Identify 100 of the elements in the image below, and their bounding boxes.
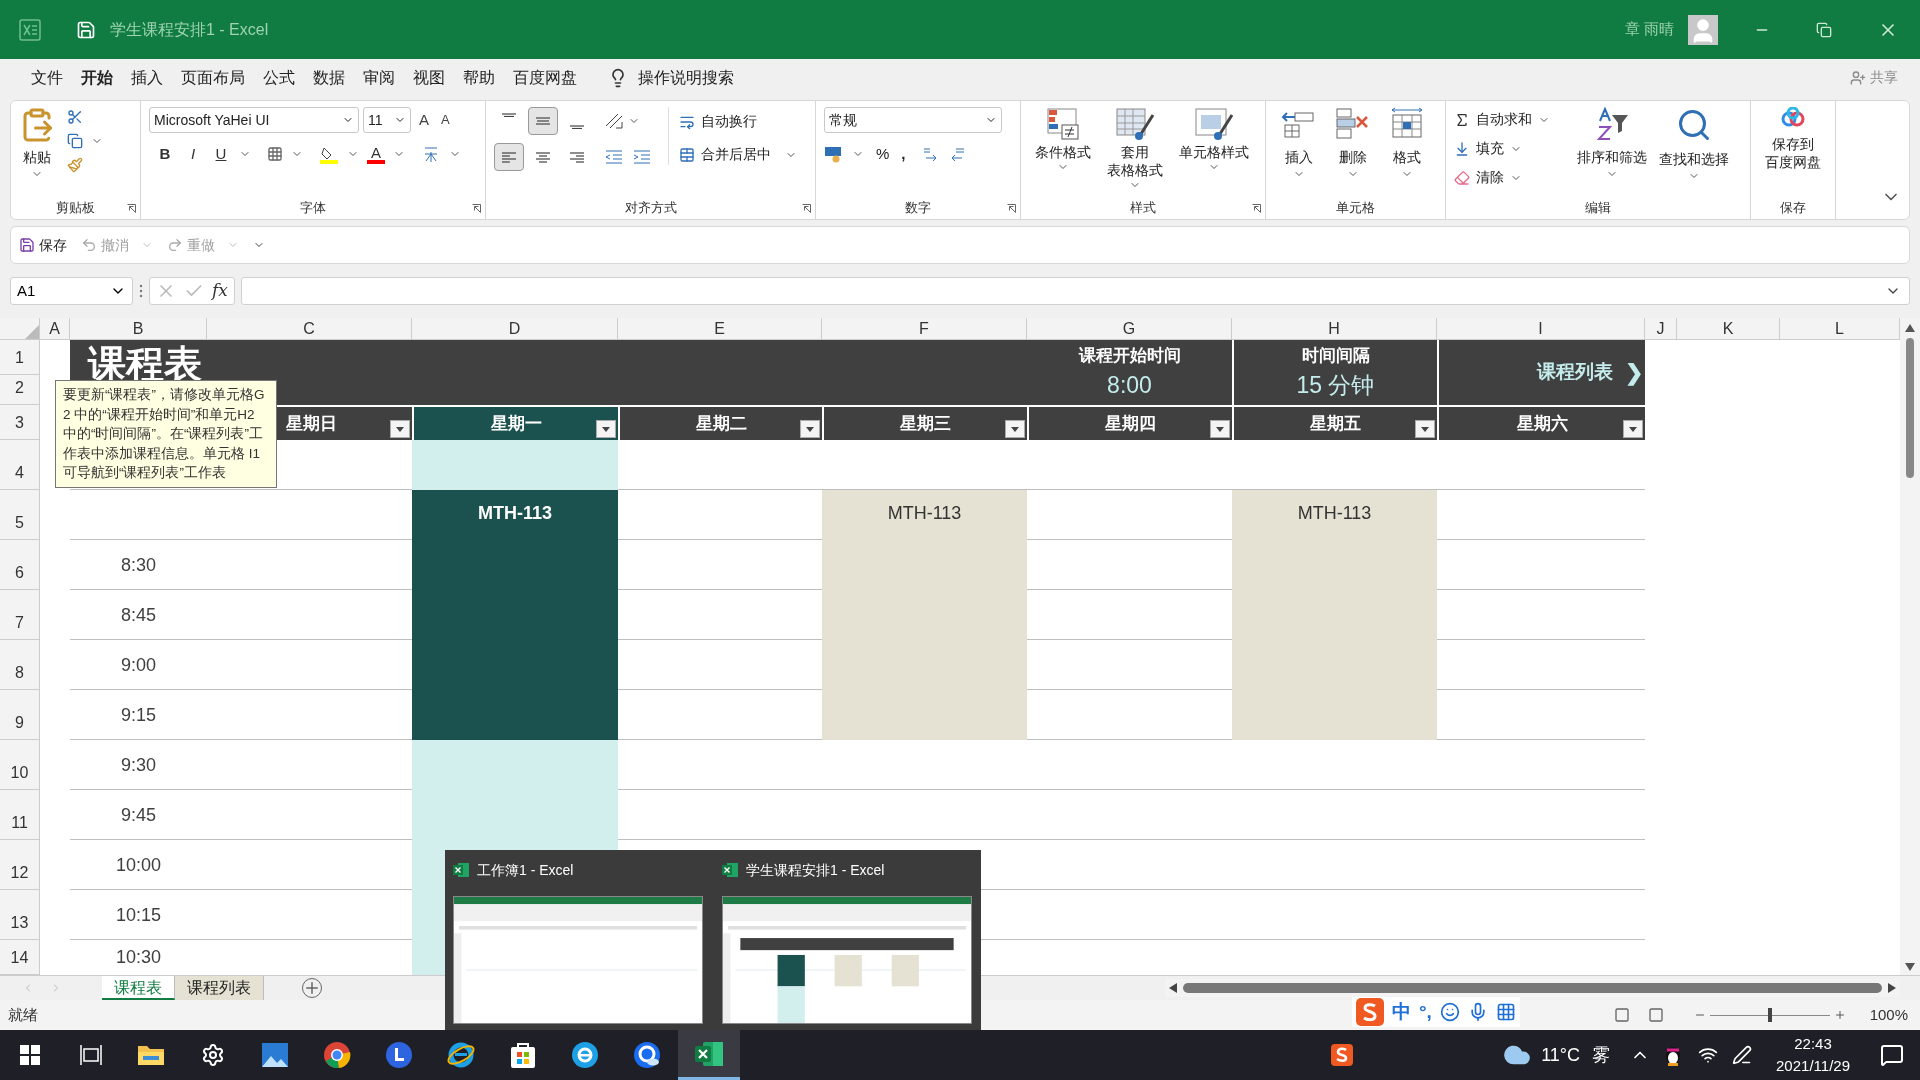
sheet-tab[interactable]: 课程表 [102, 976, 175, 1000]
filter-dropdown[interactable] [1210, 420, 1230, 438]
dialog-launcher-icon[interactable] [1007, 204, 1016, 213]
filter-dropdown[interactable] [1623, 420, 1643, 438]
save-icon[interactable] [76, 19, 96, 40]
scroll-down-icon[interactable] [1905, 963, 1915, 971]
row-header[interactable]: 7 [0, 590, 40, 640]
browser-icon[interactable] [446, 1041, 476, 1069]
style-button[interactable]: 单元格样式 [1179, 143, 1249, 161]
avatar[interactable] [1688, 14, 1718, 45]
increase-indent-icon[interactable] [632, 149, 652, 165]
column-header[interactable]: J [1645, 318, 1677, 340]
paste-button[interactable]: 粘贴 [23, 147, 51, 168]
page-layout-icon[interactable] [1647, 1007, 1664, 1023]
currency-icon[interactable] [824, 145, 844, 164]
cells-button[interactable]: 删除 [1339, 147, 1367, 168]
cut-icon[interactable] [67, 109, 83, 125]
ime-punctuation[interactable]: °, [1419, 997, 1432, 1027]
menu-tab[interactable]: 百度网盘 [504, 62, 586, 93]
menu-tab[interactable]: 审阅 [354, 62, 404, 93]
orientation-icon[interactable] [604, 112, 624, 130]
notifications-icon[interactable] [1880, 1043, 1904, 1067]
browser-icon[interactable] [633, 1041, 661, 1069]
row-header[interactable]: 9 [0, 690, 40, 740]
cells-button[interactable]: 格式 [1393, 147, 1421, 168]
column-header[interactable]: I [1437, 318, 1645, 340]
font-style-button[interactable]: B [155, 143, 175, 166]
column-header[interactable]: G [1027, 318, 1232, 340]
menu-tab[interactable]: 帮助 [454, 62, 504, 93]
merge-center-button[interactable]: 合并后居中 [701, 144, 771, 165]
shrink-font-button[interactable]: A [441, 110, 450, 130]
font-size-select[interactable]: 11 [363, 107, 411, 133]
menu-tab[interactable]: 插入 [122, 62, 172, 93]
filter-dropdown[interactable] [390, 420, 410, 438]
cells-button[interactable]: 插入 [1285, 147, 1313, 168]
sheet-link[interactable]: 课程列表 [1537, 358, 1613, 387]
row-header[interactable]: 11 [0, 790, 40, 840]
row-header[interactable]: 12 [0, 840, 40, 890]
vertical-align-button[interactable] [528, 107, 558, 135]
ime-mode[interactable]: 中 [1392, 997, 1411, 1027]
weather-temperature[interactable]: 11°C [1541, 1041, 1581, 1069]
row-header[interactable]: 5 [0, 490, 40, 540]
menu-tab[interactable]: 文件 [22, 62, 72, 93]
sheet-tab[interactable]: 课程列表 [175, 976, 264, 1000]
insert-function-button[interactable]: fx [212, 278, 228, 304]
column-header[interactable]: A [40, 318, 70, 340]
photos-icon[interactable] [261, 1042, 289, 1068]
row-header[interactable]: 4 [0, 440, 40, 490]
scroll-left-icon[interactable] [1169, 983, 1177, 993]
task-view-icon[interactable] [80, 1045, 102, 1065]
row-header[interactable]: 6 [0, 540, 40, 590]
decrease-indent-icon[interactable] [604, 149, 624, 165]
weather-condition[interactable]: 雾 [1592, 1041, 1611, 1069]
font-style-button[interactable]: U [211, 143, 231, 166]
save-to-cloud-button[interactable]: 保存到 百度网盘 [1765, 135, 1821, 171]
settings-icon[interactable] [201, 1043, 225, 1067]
clock-date[interactable]: 2021/11/29 [1776, 1055, 1850, 1078]
column-header[interactable]: C [207, 318, 412, 340]
preview-title[interactable]: 工作簿1 - Excel [477, 859, 574, 881]
number-format-select[interactable]: 常规 [824, 107, 1002, 133]
preview-title[interactable]: 学生课程安排1 - Excel [746, 859, 885, 881]
comma-button[interactable]: , [901, 143, 906, 166]
tell-me-search[interactable]: 操作说明搜索 [638, 65, 734, 90]
keyboard-icon[interactable] [1495, 1002, 1516, 1022]
field-value[interactable]: 15 分钟 [1296, 368, 1375, 403]
clock-time[interactable]: 22:43 [1794, 1032, 1832, 1055]
emoji-icon[interactable] [1439, 1002, 1460, 1022]
course-block[interactable]: MTH-113 [822, 490, 1027, 740]
scroll-up-icon[interactable] [1905, 324, 1915, 332]
column-header[interactable]: L [1780, 318, 1900, 340]
format-painter-icon[interactable] [67, 157, 83, 173]
restore-icon[interactable] [1816, 21, 1832, 38]
menu-tab[interactable]: 开始 [72, 62, 122, 93]
font-color-button[interactable]: A [371, 144, 381, 160]
editing-button[interactable]: 自动求和 [1476, 109, 1532, 130]
store-icon[interactable] [510, 1041, 536, 1069]
browser-icon[interactable] [323, 1041, 351, 1069]
zoom-in-icon[interactable] [1833, 1009, 1846, 1021]
dialog-launcher-icon[interactable] [802, 204, 811, 213]
style-button[interactable]: 条件格式 [1035, 143, 1091, 161]
browser-icon[interactable] [571, 1041, 599, 1069]
menu-tab[interactable]: 视图 [404, 62, 454, 93]
menu-tab[interactable]: 数据 [304, 62, 354, 93]
input-method-icon[interactable] [1356, 998, 1384, 1026]
editing-button[interactable]: 排序和筛选 [1577, 147, 1647, 168]
row-header[interactable]: 10 [0, 740, 40, 790]
course-block[interactable]: MTH-113 [412, 490, 618, 740]
app-icon[interactable] [385, 1041, 413, 1069]
slider-thumb[interactable] [1767, 1008, 1772, 1022]
scroll-thumb[interactable] [1906, 338, 1914, 478]
zoom-slider[interactable] [1709, 1008, 1830, 1022]
row-header[interactable]: 8 [0, 640, 40, 690]
font-name-select[interactable]: Microsoft YaHei UI [149, 107, 359, 133]
input-method-icon[interactable] [1331, 1044, 1354, 1066]
wrap-text-button[interactable]: 自动换行 [701, 111, 757, 132]
spreadsheet-app-icon[interactable] [694, 1039, 724, 1068]
horizontal-align-button[interactable] [494, 143, 524, 171]
filter-dropdown[interactable] [800, 420, 820, 438]
percent-button[interactable]: % [876, 143, 890, 166]
toolbar-button[interactable]: 保存 [39, 234, 67, 256]
